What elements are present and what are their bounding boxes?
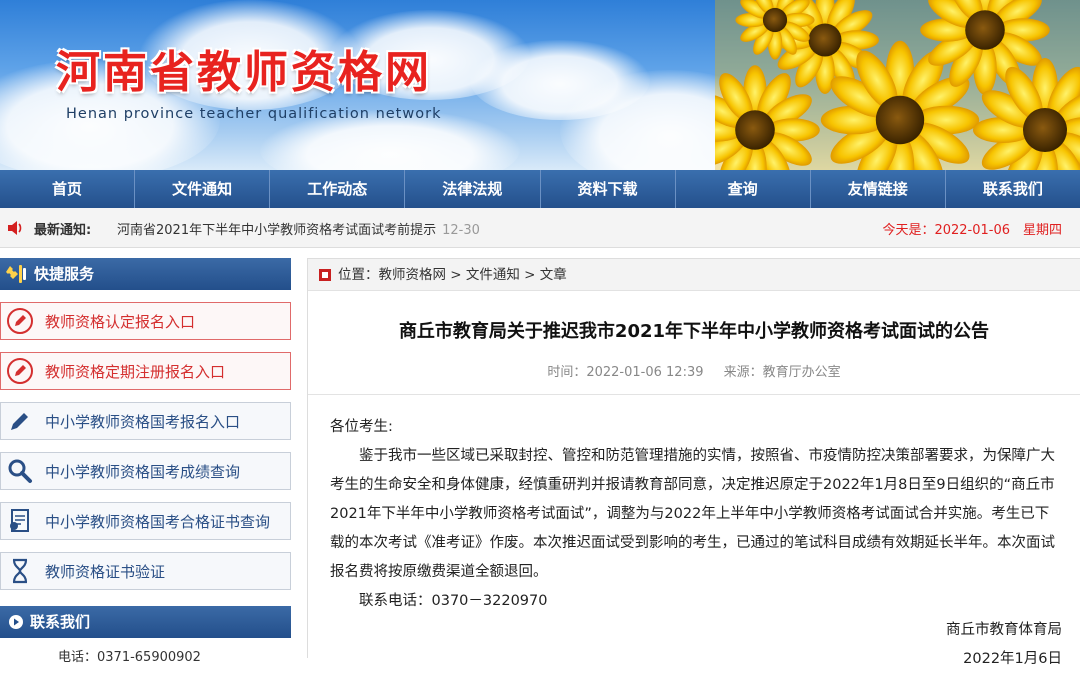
nav-notices[interactable]: 文件通知 — [135, 170, 271, 208]
hourglass-icon — [12, 558, 28, 584]
notice-label: 最新通知: — [34, 223, 92, 238]
periodic-register-button[interactable]: 教师资格定期注册报名入口 — [0, 352, 291, 390]
search-icon — [8, 459, 32, 483]
pencil-circle-icon — [7, 358, 33, 384]
article-meta: 时间：2022-01-06 12:39 来源：教育厅办公室 — [308, 361, 1080, 380]
sidebar: 快捷服务 教师资格认定报名入口 教师资格定期注册报名入口 中小学教师资格国考报名… — [0, 258, 291, 665]
cert-verify-label: 教师资格证书验证 — [45, 562, 166, 581]
periodic-register-label: 教师资格定期注册报名入口 — [45, 362, 226, 381]
contact-header: 联系我们 — [0, 606, 291, 638]
location-icon — [319, 268, 331, 281]
site-banner: 河南省教师资格网 Henan province teacher qualific… — [0, 0, 1080, 170]
article-greeting: 各位考生: — [330, 419, 393, 435]
score-query-label: 中小学教师资格国考成绩查询 — [45, 462, 241, 481]
exam-register-button[interactable]: 中小学教师资格国考报名入口 — [0, 402, 291, 440]
article-title: 商丘市教育局关于推迟我市2021年下半年中小学教师资格考试面试的公告 — [398, 321, 990, 342]
today-date: 今天是：2022-01-06 星期四 — [882, 223, 1062, 238]
nav-downloads[interactable]: 资料下载 — [541, 170, 676, 208]
cert-verify-button[interactable]: 教师资格证书验证 — [0, 552, 291, 590]
site-subtitle: Henan province teacher qualification net… — [66, 106, 442, 122]
score-query-button[interactable]: 中小学教师资格国考成绩查询 — [0, 452, 291, 490]
play-circle-icon — [9, 615, 23, 629]
pencil-circle-icon — [7, 308, 33, 334]
nav-links[interactable]: 友情链接 — [811, 170, 946, 208]
quick-service-title: 快捷服务 — [34, 265, 95, 283]
cert-apply-label: 教师资格认定报名入口 — [45, 312, 196, 331]
nav-work-news[interactable]: 工作动态 — [270, 170, 406, 208]
breadcrumb-text[interactable]: 位置：教师资格网 > 文件通知 > 文章 — [338, 259, 567, 291]
nav-home[interactable]: 首页 — [0, 170, 136, 208]
article-sign-date: 2022年1月6日 — [963, 651, 1062, 667]
article-signature: 商丘市教育体育局 — [946, 622, 1062, 638]
sunflower-image — [715, 0, 1080, 170]
nav-query[interactable]: 查询 — [676, 170, 811, 208]
contact-phone: 电话：0371-65900902 — [58, 650, 201, 665]
article-panel: 位置：教师资格网 > 文件通知 > 文章 商丘市教育局关于推迟我市2021年下半… — [307, 258, 1080, 667]
main-nav: 首页 文件通知 工作动态 法律法规 资料下载 查询 友情链接 联系我们 — [0, 170, 1080, 208]
tools-icon — [6, 265, 26, 283]
article-source: 来源：教育厅办公室 — [723, 365, 841, 380]
cert-apply-button[interactable]: 教师资格认定报名入口 — [0, 302, 291, 340]
exam-register-label: 中小学教师资格国考报名入口 — [45, 412, 241, 431]
notice-date: 12-30 — [442, 223, 480, 238]
nav-contact[interactable]: 联系我们 — [946, 170, 1080, 208]
site-title: 河南省教师资格网 — [56, 47, 432, 98]
quick-service-header: 快捷服务 — [0, 258, 291, 290]
notice-title[interactable]: 河南省2021年下半年中小学教师资格考试面试考前提示 — [117, 223, 436, 238]
certificate-icon — [10, 509, 29, 532]
breadcrumb: 位置：教师资格网 > 文件通知 > 文章 — [308, 259, 1080, 291]
notice-bar: 最新通知: 河南省2021年下半年中小学教师资格考试面试考前提示 12-30 今天… — [0, 208, 1080, 248]
certificate-query-button[interactable]: 中小学教师资格国考合格证书查询 — [0, 502, 291, 540]
certificate-query-label: 中小学教师资格国考合格证书查询 — [45, 512, 271, 531]
speaker-icon — [8, 221, 22, 235]
article-time: 时间：2022-01-06 12:39 — [547, 365, 704, 380]
pencil-icon — [11, 413, 28, 430]
article-contact: 联系电话：0370－3220970 — [359, 593, 548, 609]
notice-link[interactable]: 河南省2021年下半年中小学教师资格考试面试考前提示 12-30 — [117, 219, 480, 238]
article-paragraph: 鉴于我市一些区域已采取封控、管控和防范管理措施的实情，按照省、市疫情防控决策部署… — [330, 448, 1055, 580]
article-body: 各位考生: 鉴于我市一些区域已采取封控、管控和防范管理措施的实情，按照省、市疫情… — [308, 395, 1080, 674]
contact-title: 联系我们 — [30, 613, 91, 631]
nav-laws[interactable]: 法律法规 — [405, 170, 541, 208]
